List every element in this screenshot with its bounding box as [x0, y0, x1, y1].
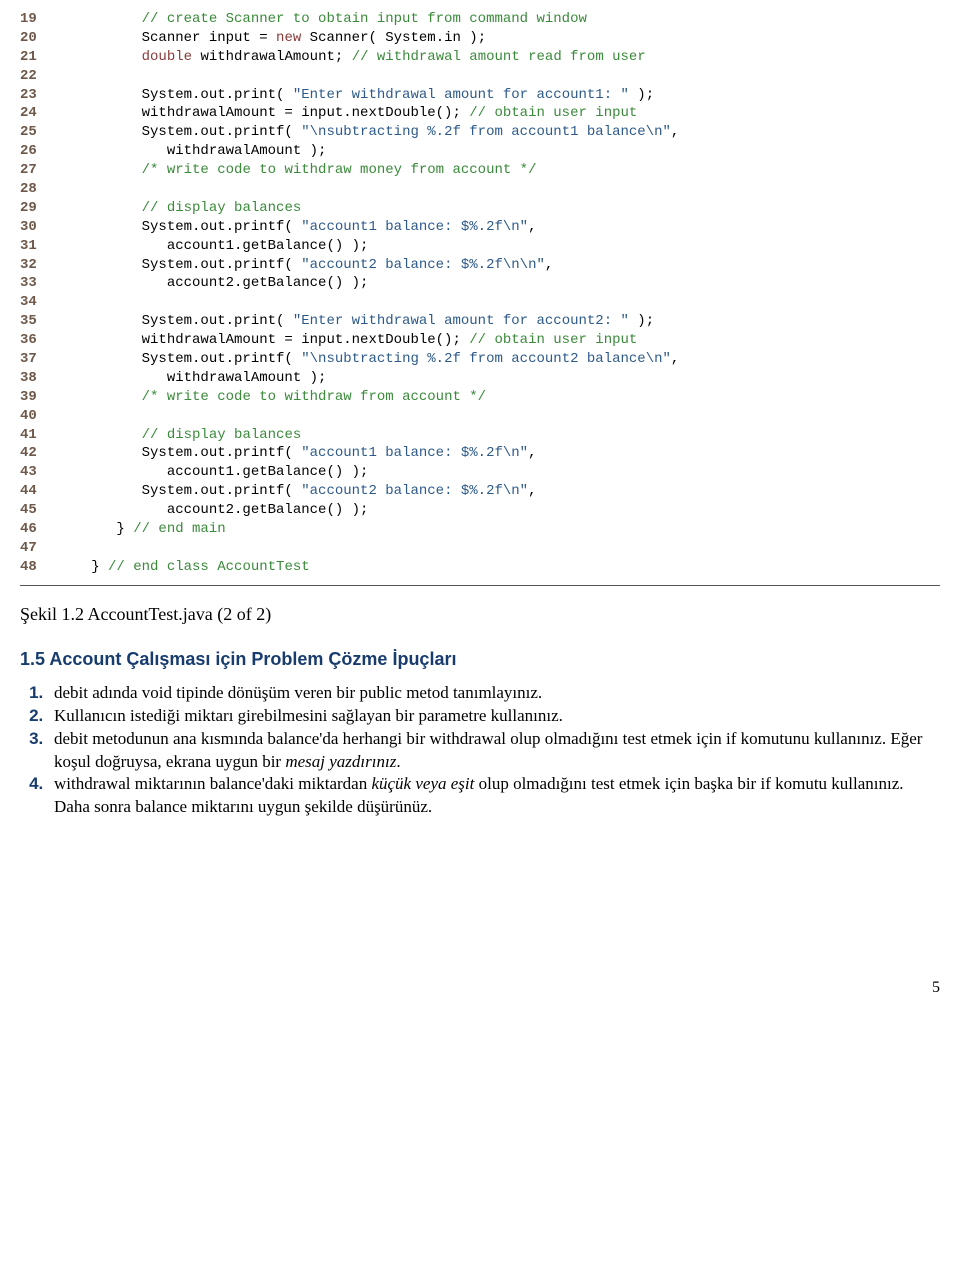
line-number: 31	[20, 237, 66, 256]
code-content: account2.getBalance() );	[66, 274, 940, 293]
section-title: 1.5 Account Çalışması için Problem Çözme…	[20, 649, 940, 670]
line-number: 34	[20, 293, 66, 312]
code-content: withdrawalAmount = input.nextDouble(); /…	[66, 331, 940, 350]
code-line: 27 /* write code to withdraw money from …	[20, 161, 940, 180]
code-content: // create Scanner to obtain input from c…	[66, 10, 940, 29]
line-number: 43	[20, 463, 66, 482]
code-line: 24 withdrawalAmount = input.nextDouble()…	[20, 104, 940, 123]
code-content: /* write code to withdraw money from acc…	[66, 161, 940, 180]
code-line: 40	[20, 407, 940, 426]
code-line: 45 account2.getBalance() );	[20, 501, 940, 520]
code-line: 48 } // end class AccountTest	[20, 558, 940, 577]
code-content: } // end main	[66, 520, 940, 539]
line-number: 44	[20, 482, 66, 501]
line-number: 24	[20, 104, 66, 123]
code-content: withdrawalAmount );	[66, 369, 940, 388]
code-line: 38 withdrawalAmount );	[20, 369, 940, 388]
line-number: 30	[20, 218, 66, 237]
code-content: withdrawalAmount );	[66, 142, 940, 161]
code-line: 33 account2.getBalance() );	[20, 274, 940, 293]
line-number: 28	[20, 180, 66, 199]
code-content	[66, 67, 940, 86]
code-line: 22	[20, 67, 940, 86]
code-line: 26 withdrawalAmount );	[20, 142, 940, 161]
tip-item: debit metodunun ana kısmında balance'da …	[48, 728, 940, 774]
line-number: 39	[20, 388, 66, 407]
code-content: // display balances	[66, 199, 940, 218]
line-number: 19	[20, 10, 66, 29]
line-number: 40	[20, 407, 66, 426]
code-line: 47	[20, 539, 940, 558]
code-line: 25 System.out.printf( "\nsubtracting %.2…	[20, 123, 940, 142]
line-number: 32	[20, 256, 66, 275]
code-content: System.out.printf( "account2 balance: $%…	[66, 256, 940, 275]
code-line: 36 withdrawalAmount = input.nextDouble()…	[20, 331, 940, 350]
code-block: 19 // create Scanner to obtain input fro…	[20, 10, 940, 586]
line-number: 48	[20, 558, 66, 577]
code-content	[66, 407, 940, 426]
line-number: 27	[20, 161, 66, 180]
code-content: System.out.printf( "\nsubtracting %.2f f…	[66, 350, 940, 369]
code-line: 42 System.out.printf( "account1 balance:…	[20, 444, 940, 463]
code-line: 43 account1.getBalance() );	[20, 463, 940, 482]
line-number: 37	[20, 350, 66, 369]
tip-item: Kullanıcın istediği miktarı girebilmesin…	[48, 705, 940, 728]
line-number: 36	[20, 331, 66, 350]
code-line: 30 System.out.printf( "account1 balance:…	[20, 218, 940, 237]
line-number: 20	[20, 29, 66, 48]
code-line: 32 System.out.printf( "account2 balance:…	[20, 256, 940, 275]
code-content: withdrawalAmount = input.nextDouble(); /…	[66, 104, 940, 123]
line-number: 22	[20, 67, 66, 86]
line-number: 35	[20, 312, 66, 331]
code-content: account2.getBalance() );	[66, 501, 940, 520]
code-content: System.out.print( "Enter withdrawal amou…	[66, 312, 940, 331]
line-number: 23	[20, 86, 66, 105]
code-content: System.out.printf( "account1 balance: $%…	[66, 444, 940, 463]
tip-item: debit adında void tipinde dönüşüm veren …	[48, 682, 940, 705]
code-content: } // end class AccountTest	[66, 558, 940, 577]
line-number: 41	[20, 426, 66, 445]
figure-caption: Şekil 1.2 AccountTest.java (2 of 2)	[20, 604, 940, 625]
line-number: 29	[20, 199, 66, 218]
code-content: System.out.printf( "account1 balance: $%…	[66, 218, 940, 237]
line-number: 21	[20, 48, 66, 67]
code-content	[66, 293, 940, 312]
line-number: 47	[20, 539, 66, 558]
line-number: 46	[20, 520, 66, 539]
code-line: 37 System.out.printf( "\nsubtracting %.2…	[20, 350, 940, 369]
code-line: 20 Scanner input = new Scanner( System.i…	[20, 29, 940, 48]
code-content: // display balances	[66, 426, 940, 445]
code-line: 44 System.out.printf( "account2 balance:…	[20, 482, 940, 501]
code-content: account1.getBalance() );	[66, 463, 940, 482]
line-number: 25	[20, 123, 66, 142]
line-number: 26	[20, 142, 66, 161]
code-content: Scanner input = new Scanner( System.in )…	[66, 29, 940, 48]
tips-list: debit adında void tipinde dönüşüm veren …	[20, 682, 940, 820]
code-content: double withdrawalAmount; // withdrawal a…	[66, 48, 940, 67]
code-line: 19 // create Scanner to obtain input fro…	[20, 10, 940, 29]
line-number: 42	[20, 444, 66, 463]
code-content: System.out.printf( "\nsubtracting %.2f f…	[66, 123, 940, 142]
code-content: System.out.print( "Enter withdrawal amou…	[66, 86, 940, 105]
code-content: System.out.printf( "account2 balance: $%…	[66, 482, 940, 501]
code-line: 29 // display balances	[20, 199, 940, 218]
code-line: 21 double withdrawalAmount; // withdrawa…	[20, 48, 940, 67]
line-number: 38	[20, 369, 66, 388]
code-content: account1.getBalance() );	[66, 237, 940, 256]
code-line: 34	[20, 293, 940, 312]
code-content: /* write code to withdraw from account *…	[66, 388, 940, 407]
code-content	[66, 180, 940, 199]
line-number: 33	[20, 274, 66, 293]
code-line: 35 System.out.print( "Enter withdrawal a…	[20, 312, 940, 331]
code-line: 31 account1.getBalance() );	[20, 237, 940, 256]
code-line: 39 /* write code to withdraw from accoun…	[20, 388, 940, 407]
code-line: 41 // display balances	[20, 426, 940, 445]
code-line: 28	[20, 180, 940, 199]
tip-item: withdrawal miktarının balance'daki mikta…	[48, 773, 940, 819]
code-content	[66, 539, 940, 558]
code-line: 46 } // end main	[20, 520, 940, 539]
page-number: 5	[20, 979, 940, 997]
code-line: 23 System.out.print( "Enter withdrawal a…	[20, 86, 940, 105]
line-number: 45	[20, 501, 66, 520]
